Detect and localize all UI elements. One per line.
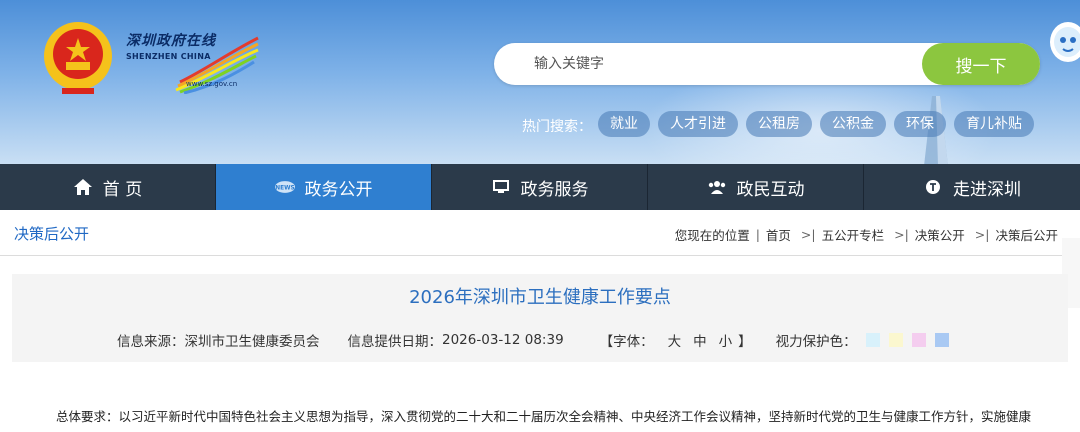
search-button[interactable]: 搜一下 (922, 43, 1040, 85)
nav-home-label: 首 页 (102, 179, 143, 200)
nav-zhengmin-hudong-label: 政民互动 (736, 179, 805, 200)
breadcrumb-prefix: 您现在的位置 (674, 228, 750, 243)
breadcrumb-separator: >| (970, 227, 990, 242)
font-size-label: 【字体： (599, 334, 654, 350)
search-input[interactable] (534, 43, 914, 85)
nav-zoujin-shenzhen-label: 走进深圳 (953, 179, 1021, 200)
nav-home[interactable]: 首 页 (0, 164, 216, 210)
section-title: 决策后公开 (14, 225, 90, 243)
search-box: 搜一下 (494, 43, 1040, 85)
globe-icon (923, 177, 943, 197)
breadcrumb-separator: >| (890, 227, 909, 242)
hot-tag-gongjijin[interactable]: 公积金 (820, 111, 886, 137)
national-emblem-icon (44, 22, 112, 94)
page: 深圳政府在线 SHENZHEN CHINA www.sz.gov.cn 搜一下 … (0, 0, 1080, 432)
article-meta: 信息来源： 深圳市卫生健康委员会 信息提供日期： 2026-03-12 08:3… (117, 330, 949, 350)
home-icon (73, 177, 93, 197)
nav-zhengwu-fuwu-label: 政务服务 (520, 179, 589, 200)
logo-english-text: SHENZHEN CHINA (126, 52, 211, 61)
font-size-large[interactable]: 大 (668, 330, 682, 350)
breadcrumb-home[interactable]: 首页 (766, 225, 791, 244)
breadcrumb-separator: >| (796, 227, 816, 242)
article-title: 2026年深圳市卫生健康工作要点 (409, 287, 671, 308)
article-header: 2026年深圳市卫生健康工作要点 信息来源： 深圳市卫生健康委员会 信息提供日期… (12, 274, 1068, 362)
font-size-small[interactable]: 小 (719, 330, 733, 350)
logo-url-text: www.sz.gov.cn (186, 80, 238, 88)
breadcrumb-juece-gongkai[interactable]: 决策公开 (915, 225, 965, 244)
breadcrumb-row: 决策后公开 您现在的位置 | 首页 >| 五公开专栏 >| 决策公开 >| 决策… (0, 210, 1080, 256)
people-icon (707, 177, 727, 197)
breadcrumb-separator: | (755, 227, 760, 242)
hot-tag-gongzufang[interactable]: 公租房 (746, 111, 812, 137)
eye-color-swatch[interactable] (934, 333, 949, 347)
nav-zhengwu-gongkai-label: 政务公开 (304, 179, 373, 200)
eye-color-swatch[interactable] (888, 333, 903, 347)
article-body-first-line: 总体要求：以习近平新时代中国特色社会主义思想为指导，深入贯彻党的二十大和二十届历… (56, 409, 1032, 424)
date-value: 2026-03-12 08:39 (442, 332, 564, 348)
source-value: 深圳市卫生健康委员会 (184, 334, 320, 350)
hot-tag-jiuye[interactable]: 就业 (598, 111, 650, 137)
news-icon: NEWS (274, 177, 295, 197)
eye-color-swatch[interactable] (865, 333, 880, 347)
eye-protect-label: 视力保护色： (775, 334, 857, 350)
nav-zhengmin-hudong[interactable]: 政民互动 (648, 164, 864, 210)
monitor-icon (491, 177, 511, 197)
hot-tag-rencai[interactable]: 人才引进 (658, 111, 738, 137)
hot-tag-yuer[interactable]: 育儿补贴 (954, 111, 1034, 137)
source-label: 信息来源： (117, 334, 185, 350)
eye-color-swatch[interactable] (911, 333, 926, 347)
breadcrumb-wugongkai[interactable]: 五公开专栏 (822, 225, 885, 244)
hot-search-tags: 就业 人才引进 公租房 公积金 环保 育儿补贴 (598, 111, 1034, 137)
nav-zhengwu-gongkai[interactable]: NEWS 政务公开 (216, 164, 432, 210)
assistant-robot-icon[interactable] (1044, 18, 1080, 66)
font-size-close: 】 (738, 334, 752, 350)
breadcrumb: 您现在的位置 | 首页 >| 五公开专栏 >| 决策公开 >| 决策后公开 (675, 225, 1058, 244)
svg-text:NEWS: NEWS (275, 186, 295, 192)
font-size-medium[interactable]: 中 (693, 330, 707, 350)
main-nav: 首 页 NEWS 政务公开 政务服务 政民互动 走进深圳 (0, 164, 1080, 210)
hot-tag-huanbao[interactable]: 环保 (894, 111, 946, 137)
logo-chinese-text: 深圳政府在线 (126, 33, 216, 49)
nav-zhengwu-fuwu[interactable]: 政务服务 (432, 164, 648, 210)
header-banner: 深圳政府在线 SHENZHEN CHINA www.sz.gov.cn 搜一下 … (0, 0, 1080, 164)
hot-search-label: 热门搜索： (522, 119, 592, 135)
nav-zoujin-shenzhen[interactable]: 走进深圳 (864, 164, 1080, 210)
date-label: 信息提供日期： (347, 334, 443, 350)
